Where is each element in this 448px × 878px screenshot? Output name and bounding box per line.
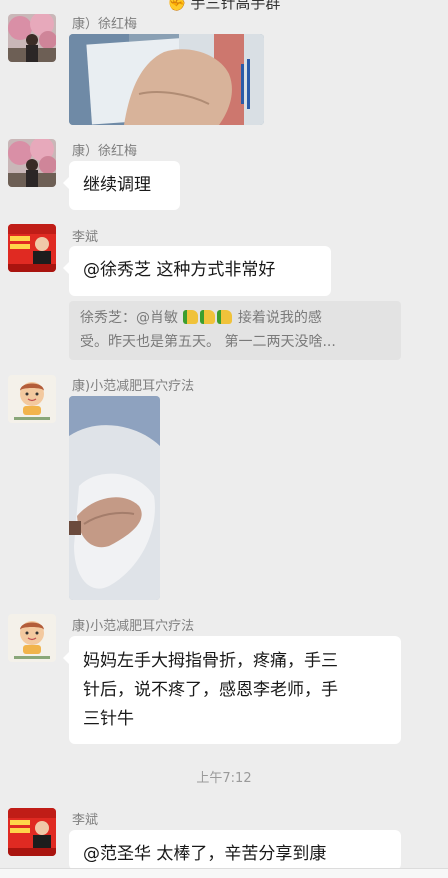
sender-name: 李斌 xyxy=(72,230,99,245)
emoji-icon: ✊ xyxy=(167,0,187,12)
input-bar[interactable] xyxy=(0,868,448,878)
sender-name: 康)小范减肥耳穴疗法 xyxy=(72,379,195,394)
message-bubble[interactable]: @范圣华 太棒了，辛苦分享到康 xyxy=(69,830,401,870)
message-bubble[interactable]: 妈妈左手大拇指骨折，疼痛，手三 针后，说不疼了，感恩李老师，手 三针牛 xyxy=(63,636,401,744)
sender-name: 李斌 xyxy=(72,813,99,828)
sender-name: 康）徐红梅 xyxy=(72,17,138,32)
group-title: ✊ 手三针高手群 xyxy=(0,0,448,12)
avatar-li-bin[interactable] xyxy=(8,808,56,856)
message-bubble[interactable]: @徐秀芝 这种方式非常好 xyxy=(63,246,331,296)
image-message-hand-book[interactable] xyxy=(69,34,264,125)
sender-name: 康)小范减肥耳穴疗法 xyxy=(72,619,195,634)
image-message-hand[interactable] xyxy=(69,396,160,600)
avatar-li-bin[interactable] xyxy=(8,224,56,272)
avatar-xiao-fan[interactable] xyxy=(8,375,56,423)
sender-name: 康）徐红梅 xyxy=(72,144,138,159)
avatar-xu-hongmei[interactable] xyxy=(8,14,56,62)
quoted-message[interactable]: 徐秀芝：@肖敏 接着说我的感 受。昨天也是第五天。 第一二两天没啥... xyxy=(69,301,401,360)
avatar-xiao-fan[interactable] xyxy=(8,614,56,662)
message-bubble[interactable]: 继续调理 xyxy=(63,161,180,210)
avatar-xu-hongmei[interactable] xyxy=(8,139,56,187)
thumbs-up-icon xyxy=(183,310,199,324)
thumbs-up-icon xyxy=(200,310,216,324)
thumbs-up-icon xyxy=(217,310,233,324)
timestamp: 上午7:12 xyxy=(196,771,252,786)
